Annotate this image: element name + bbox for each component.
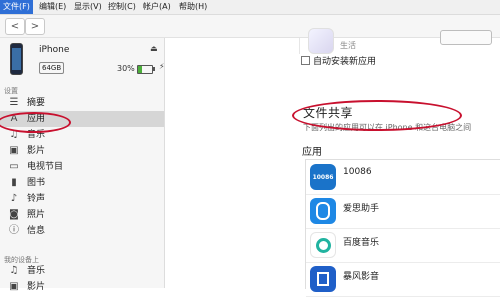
sidebar: iPhone ⏏ 64GB 30% ⚡ 设置 ☰ 摘要 A 应用 ♫ 音乐 ▣ 影片 ▭ 电视节目… bbox=[0, 38, 165, 292]
app-icon bbox=[308, 28, 334, 54]
sidebar-item[interactable]: ◙ 照片 bbox=[0, 207, 164, 223]
eject-icon[interactable]: ⏏ bbox=[150, 44, 158, 53]
bell-icon: ♪ bbox=[10, 193, 18, 204]
battery-icon bbox=[137, 65, 153, 74]
sidebar-item[interactable]: ▣ 影片 bbox=[0, 279, 164, 295]
10086-icon-text: 10086 bbox=[312, 174, 334, 181]
iphone-icon bbox=[10, 43, 23, 75]
app-row-baofeng[interactable]: 暴风影音 bbox=[306, 262, 500, 297]
sidebar-item[interactable]: ▣ 影片 bbox=[0, 143, 164, 159]
battery-tip bbox=[153, 67, 155, 71]
summary-icon: ☰ bbox=[9, 97, 19, 108]
sidebar-item-label: 摘要 bbox=[27, 98, 46, 108]
auto-install-label: 自动安装新应用 bbox=[313, 57, 377, 67]
sidebar-item-label: 电视节目 bbox=[27, 162, 64, 172]
app-row-aisi[interactable]: 爱思助手 bbox=[306, 194, 500, 229]
tv-icon: ▭ bbox=[9, 161, 19, 172]
auto-install-checkbox[interactable] bbox=[301, 56, 310, 65]
camera-icon: ◙ bbox=[9, 209, 19, 220]
app-row-baidu-music[interactable]: 百度音乐 bbox=[306, 228, 500, 263]
apps-list-title: 应用 bbox=[302, 147, 322, 158]
sidebar-item-label: 音乐 bbox=[27, 266, 46, 276]
chevron-right-icon: > bbox=[30, 21, 40, 32]
menu-controls[interactable]: 控制(C) bbox=[105, 0, 139, 14]
sidebar-item[interactable]: ▮ 图书 bbox=[0, 175, 164, 191]
forward-button[interactable]: > bbox=[25, 18, 45, 35]
sidebar-item[interactable]: ☰ 摘要 bbox=[0, 95, 164, 111]
sidebar-item[interactable]: ▭ 电视节目 bbox=[0, 159, 164, 175]
app-name: 暴风影音 bbox=[343, 272, 380, 282]
app-name: 10086 bbox=[343, 167, 372, 177]
film-icon: ▣ bbox=[9, 281, 19, 292]
book-icon: ▮ bbox=[11, 177, 17, 188]
main-panel: 生活 自动安装新应用 文件共享 下面列出的应用可以在 iPhone 和这台电脑之… bbox=[165, 28, 500, 297]
menu-help[interactable]: 帮助(H) bbox=[176, 0, 210, 14]
music-note-icon: ♫ bbox=[9, 265, 19, 276]
sidebar-item-label: 铃声 bbox=[27, 194, 46, 204]
install-button[interactable] bbox=[440, 30, 492, 45]
divider bbox=[299, 38, 300, 54]
aisi-icon bbox=[310, 198, 336, 224]
device-name: iPhone bbox=[39, 45, 70, 55]
film-icon: ▣ bbox=[9, 145, 19, 156]
annotation-circle-file-sharing bbox=[292, 100, 462, 131]
toolbar: < > bbox=[0, 15, 500, 38]
sidebar-item-label: 图书 bbox=[27, 178, 46, 188]
charging-icon: ⚡ bbox=[159, 62, 165, 71]
battery-percent: 30% bbox=[117, 64, 135, 73]
menu-bar: 文件(F) 编辑(E) 显示(V) 控制(C) 帐户(A) 帮助(H) bbox=[0, 0, 500, 15]
app-row-10086[interactable]: 10086 10086 bbox=[306, 160, 500, 195]
sidebar-item[interactable]: ♪ 铃声 bbox=[0, 191, 164, 207]
app-category-label: 生活 bbox=[340, 41, 356, 50]
app-name: 百度音乐 bbox=[343, 238, 380, 248]
menu-view[interactable]: 显示(V) bbox=[71, 0, 105, 14]
apps-list: 10086 10086 爱思助手 百度音乐 暴风影音 bbox=[305, 159, 500, 297]
sidebar-item-label: 照片 bbox=[27, 210, 46, 220]
sidebar-item[interactable]: ♫ 音乐 bbox=[0, 263, 164, 279]
menu-account[interactable]: 帐户(A) bbox=[140, 0, 174, 14]
info-icon: ⓘ bbox=[9, 225, 19, 236]
device-summary[interactable]: iPhone ⏏ 64GB 30% ⚡ bbox=[8, 42, 165, 84]
sidebar-item-label: 信息 bbox=[27, 226, 46, 236]
sidebar-item[interactable]: ⓘ 信息 bbox=[0, 223, 164, 239]
capacity-badge: 64GB bbox=[39, 62, 65, 74]
app-name: 爱思助手 bbox=[343, 204, 380, 214]
menu-file[interactable]: 文件(F) bbox=[0, 0, 33, 14]
annotation-circle-apps bbox=[0, 112, 71, 133]
menu-edit[interactable]: 编辑(E) bbox=[36, 0, 69, 14]
baidu-music-icon bbox=[310, 232, 336, 258]
10086-icon: 10086 bbox=[310, 164, 336, 190]
sidebar-item-label: 影片 bbox=[27, 146, 46, 156]
back-button[interactable]: < bbox=[5, 18, 25, 35]
baofeng-icon bbox=[310, 266, 336, 292]
chevron-left-icon: < bbox=[10, 21, 20, 32]
sidebar-item-label: 影片 bbox=[27, 282, 46, 292]
